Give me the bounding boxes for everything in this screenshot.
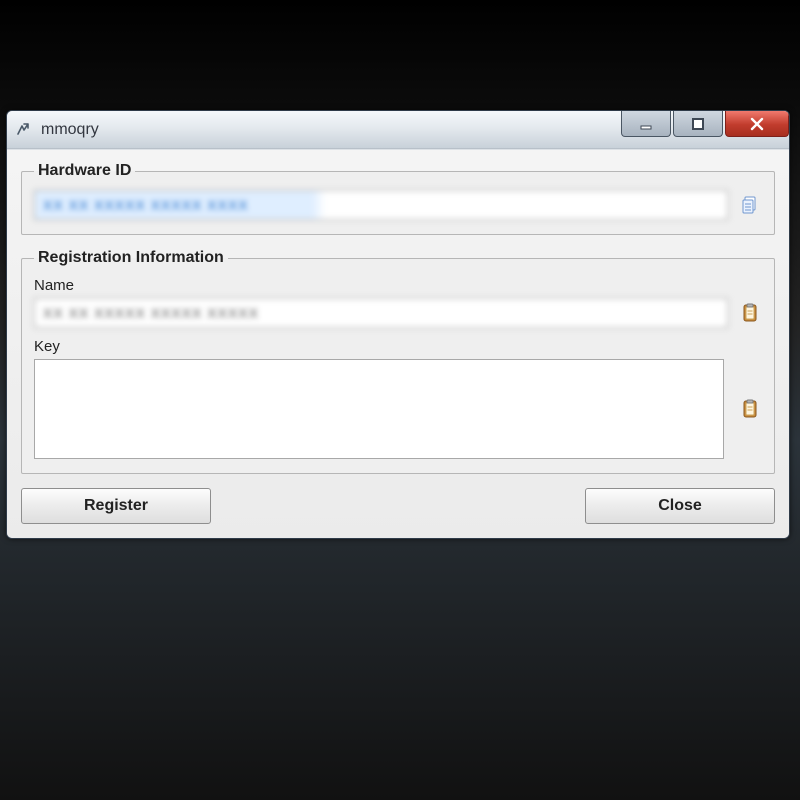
hardware-id-field[interactable] bbox=[34, 190, 728, 220]
copy-hardware-id-button[interactable] bbox=[738, 193, 762, 217]
paste-key-button[interactable] bbox=[738, 397, 762, 421]
minimize-button[interactable] bbox=[621, 111, 671, 137]
app-icon bbox=[15, 121, 33, 139]
registration-legend: Registration Information bbox=[34, 249, 228, 267]
button-bar: Register Close bbox=[21, 488, 775, 524]
clipboard-icon bbox=[741, 399, 759, 419]
window-caption-buttons bbox=[621, 111, 789, 139]
copy-icon bbox=[741, 195, 759, 215]
registration-group: Registration Information Name bbox=[21, 249, 775, 474]
maximize-icon bbox=[691, 117, 705, 131]
clipboard-icon bbox=[741, 303, 759, 323]
window-title: mmoqry bbox=[41, 121, 99, 139]
name-label: Name bbox=[34, 277, 762, 294]
register-button[interactable]: Register bbox=[21, 488, 211, 524]
close-button[interactable]: Close bbox=[585, 488, 775, 524]
dialog-window: mmoqry Hardware ID bbox=[6, 110, 790, 539]
paste-name-button[interactable] bbox=[738, 301, 762, 325]
titlebar[interactable]: mmoqry bbox=[7, 111, 789, 149]
hardware-id-legend: Hardware ID bbox=[34, 162, 135, 180]
hardware-id-group: Hardware ID bbox=[21, 162, 775, 235]
close-icon bbox=[749, 116, 765, 132]
close-window-button[interactable] bbox=[725, 111, 789, 137]
key-field[interactable] bbox=[34, 359, 724, 459]
minimize-icon bbox=[639, 117, 653, 131]
name-field[interactable] bbox=[34, 298, 728, 328]
client-area: Hardware ID Registration Information Na bbox=[7, 149, 789, 538]
maximize-button[interactable] bbox=[673, 111, 723, 137]
key-label: Key bbox=[34, 338, 762, 355]
